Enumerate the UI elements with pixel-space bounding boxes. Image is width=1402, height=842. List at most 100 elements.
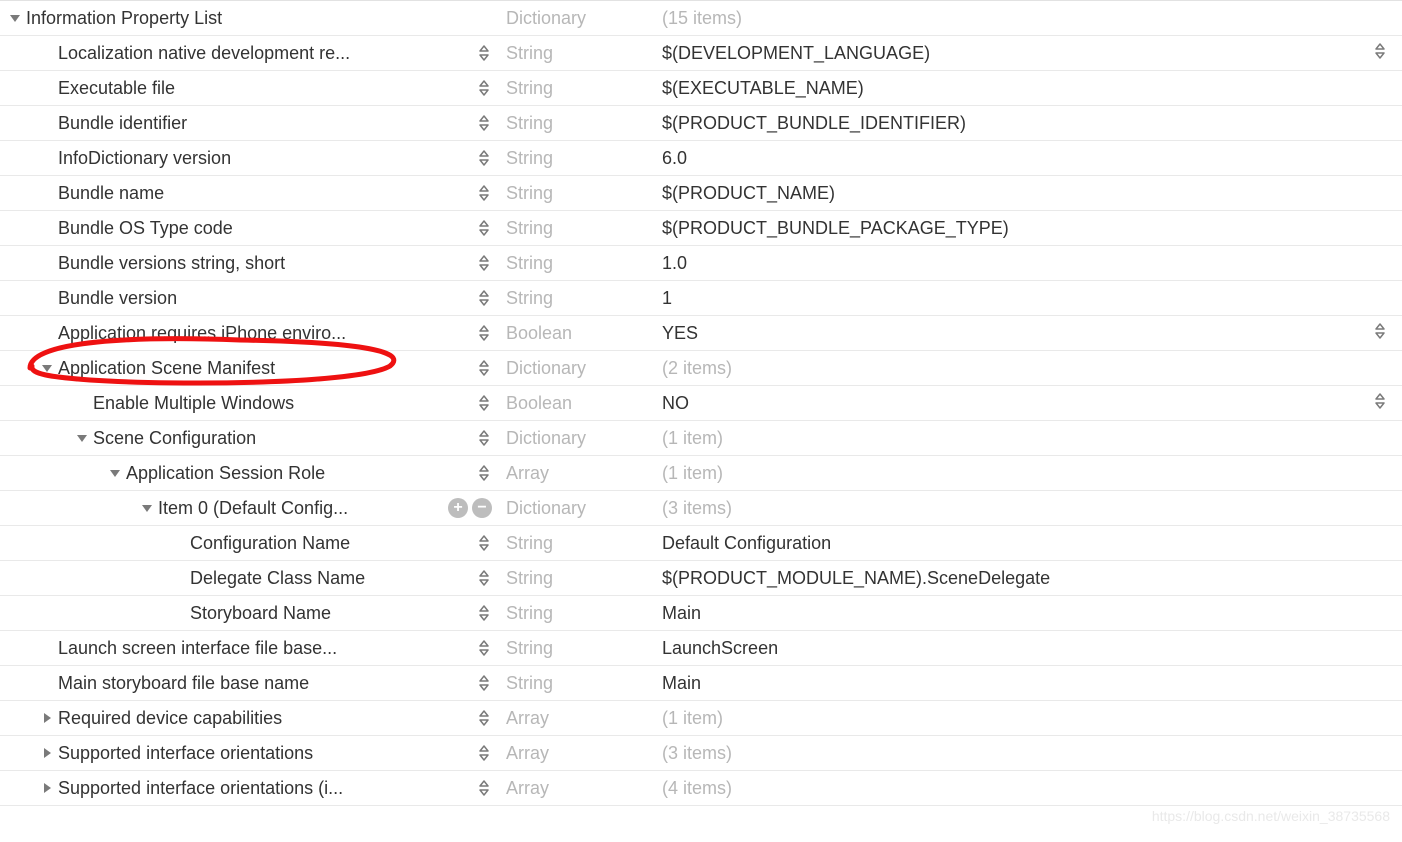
- type-cell[interactable]: String: [498, 218, 658, 239]
- key-cell[interactable]: Item 0 (Default Config...+−: [0, 491, 498, 525]
- plist-row[interactable]: Required device capabilitiesArray(1 item…: [0, 701, 1402, 736]
- key-stepper-icon[interactable]: [476, 602, 492, 624]
- plist-row[interactable]: Bundle nameString$(PRODUCT_NAME): [0, 176, 1402, 211]
- disclosure-down-icon[interactable]: [140, 501, 154, 515]
- type-cell[interactable]: Dictionary: [498, 8, 658, 29]
- type-cell[interactable]: String: [498, 78, 658, 99]
- plist-row[interactable]: Launch screen interface file base...Stri…: [0, 631, 1402, 666]
- plist-row[interactable]: Application Scene ManifestDictionary(2 i…: [0, 351, 1402, 386]
- key-cell[interactable]: Supported interface orientations (i...: [0, 771, 498, 805]
- type-cell[interactable]: String: [498, 288, 658, 309]
- plist-row[interactable]: Bundle identifierString$(PRODUCT_BUNDLE_…: [0, 106, 1402, 141]
- remove-row-icon[interactable]: −: [472, 498, 492, 518]
- value-cell[interactable]: (1 item): [658, 708, 1402, 729]
- value-cell[interactable]: 1: [658, 288, 1402, 309]
- key-stepper-icon[interactable]: [476, 532, 492, 554]
- value-cell[interactable]: 6.0: [658, 148, 1402, 169]
- type-cell[interactable]: String: [498, 603, 658, 624]
- value-cell[interactable]: (4 items): [658, 778, 1402, 799]
- value-cell[interactable]: 1.0: [658, 253, 1402, 274]
- key-stepper-icon[interactable]: [476, 42, 492, 64]
- plist-row[interactable]: Scene ConfigurationDictionary(1 item): [0, 421, 1402, 456]
- value-cell[interactable]: (1 item): [658, 463, 1402, 484]
- key-cell[interactable]: Information Property List: [0, 1, 498, 35]
- add-row-icon[interactable]: +: [448, 498, 468, 518]
- key-cell[interactable]: Bundle name: [0, 176, 498, 210]
- type-cell[interactable]: Boolean: [498, 323, 658, 344]
- key-cell[interactable]: Bundle versions string, short: [0, 246, 498, 280]
- plist-row[interactable]: Information Property ListDictionary(15 i…: [0, 1, 1402, 36]
- value-stepper-icon[interactable]: [1372, 320, 1388, 342]
- key-stepper-icon[interactable]: [476, 287, 492, 309]
- value-cell[interactable]: Default Configuration: [658, 533, 1402, 554]
- key-stepper-icon[interactable]: [476, 707, 492, 729]
- plist-row[interactable]: Supported interface orientationsArray(3 …: [0, 736, 1402, 771]
- key-cell[interactable]: Bundle identifier: [0, 106, 498, 140]
- value-cell[interactable]: $(EXECUTABLE_NAME): [658, 78, 1402, 99]
- type-cell[interactable]: String: [498, 638, 658, 659]
- type-cell[interactable]: Array: [498, 743, 658, 764]
- plist-row[interactable]: Supported interface orientations (i...Ar…: [0, 771, 1402, 806]
- type-cell[interactable]: Boolean: [498, 393, 658, 414]
- type-cell[interactable]: String: [498, 43, 658, 64]
- value-cell[interactable]: (1 item): [658, 428, 1402, 449]
- plist-row[interactable]: Bundle versions string, shortString1.0: [0, 246, 1402, 281]
- plist-row[interactable]: Item 0 (Default Config...+−Dictionary(3 …: [0, 491, 1402, 526]
- key-stepper-icon[interactable]: [476, 147, 492, 169]
- plist-row[interactable]: Bundle OS Type codeString$(PRODUCT_BUNDL…: [0, 211, 1402, 246]
- key-cell[interactable]: Configuration Name: [0, 526, 498, 560]
- type-cell[interactable]: String: [498, 253, 658, 274]
- plist-row[interactable]: Application requires iPhone enviro...Boo…: [0, 316, 1402, 351]
- plist-row[interactable]: Delegate Class NameString$(PRODUCT_MODUL…: [0, 561, 1402, 596]
- plist-row[interactable]: Application Session RoleArray(1 item): [0, 456, 1402, 491]
- key-cell[interactable]: InfoDictionary version: [0, 141, 498, 175]
- value-cell[interactable]: NO: [658, 393, 1402, 414]
- type-cell[interactable]: String: [498, 568, 658, 589]
- value-cell[interactable]: (3 items): [658, 498, 1402, 519]
- type-cell[interactable]: String: [498, 673, 658, 694]
- type-cell[interactable]: String: [498, 533, 658, 554]
- key-stepper-icon[interactable]: [476, 567, 492, 589]
- disclosure-down-icon[interactable]: [75, 431, 89, 445]
- key-stepper-icon[interactable]: [476, 112, 492, 134]
- plist-row[interactable]: Configuration NameStringDefault Configur…: [0, 526, 1402, 561]
- type-cell[interactable]: String: [498, 148, 658, 169]
- disclosure-right-icon[interactable]: [40, 746, 54, 760]
- key-cell[interactable]: Bundle version: [0, 281, 498, 315]
- key-stepper-icon[interactable]: [476, 252, 492, 274]
- value-cell[interactable]: (2 items): [658, 358, 1402, 379]
- key-cell[interactable]: Launch screen interface file base...: [0, 631, 498, 665]
- value-cell[interactable]: $(PRODUCT_NAME): [658, 183, 1402, 204]
- key-cell[interactable]: Main storyboard file base name: [0, 666, 498, 700]
- disclosure-down-icon[interactable]: [40, 361, 54, 375]
- value-stepper-icon[interactable]: [1372, 390, 1388, 412]
- type-cell[interactable]: String: [498, 113, 658, 134]
- disclosure-right-icon[interactable]: [40, 711, 54, 725]
- key-cell[interactable]: Delegate Class Name: [0, 561, 498, 595]
- value-cell[interactable]: $(PRODUCT_BUNDLE_PACKAGE_TYPE): [658, 218, 1402, 239]
- value-cell[interactable]: YES: [658, 323, 1402, 344]
- key-stepper-icon[interactable]: [476, 672, 492, 694]
- plist-row[interactable]: Executable fileString$(EXECUTABLE_NAME): [0, 71, 1402, 106]
- type-cell[interactable]: Dictionary: [498, 498, 658, 519]
- key-cell[interactable]: Supported interface orientations: [0, 736, 498, 770]
- key-cell[interactable]: Application requires iPhone enviro...: [0, 316, 498, 350]
- type-cell[interactable]: Array: [498, 463, 658, 484]
- key-stepper-icon[interactable]: [476, 392, 492, 414]
- key-cell[interactable]: Scene Configuration: [0, 421, 498, 455]
- key-cell[interactable]: Executable file: [0, 71, 498, 105]
- key-stepper-icon[interactable]: [476, 462, 492, 484]
- key-stepper-icon[interactable]: [476, 637, 492, 659]
- disclosure-down-icon[interactable]: [108, 466, 122, 480]
- value-cell[interactable]: $(DEVELOPMENT_LANGUAGE): [658, 43, 1402, 64]
- plist-row[interactable]: Localization native development re...Str…: [0, 36, 1402, 71]
- key-cell[interactable]: Bundle OS Type code: [0, 211, 498, 245]
- plist-row[interactable]: Main storyboard file base nameStringMain: [0, 666, 1402, 701]
- key-stepper-icon[interactable]: [476, 427, 492, 449]
- plist-row[interactable]: Enable Multiple WindowsBooleanNO: [0, 386, 1402, 421]
- key-stepper-icon[interactable]: [476, 77, 492, 99]
- plist-row[interactable]: InfoDictionary versionString6.0: [0, 141, 1402, 176]
- value-cell[interactable]: $(PRODUCT_MODULE_NAME).SceneDelegate: [658, 568, 1402, 589]
- key-cell[interactable]: Required device capabilities: [0, 701, 498, 735]
- value-cell[interactable]: $(PRODUCT_BUNDLE_IDENTIFIER): [658, 113, 1402, 134]
